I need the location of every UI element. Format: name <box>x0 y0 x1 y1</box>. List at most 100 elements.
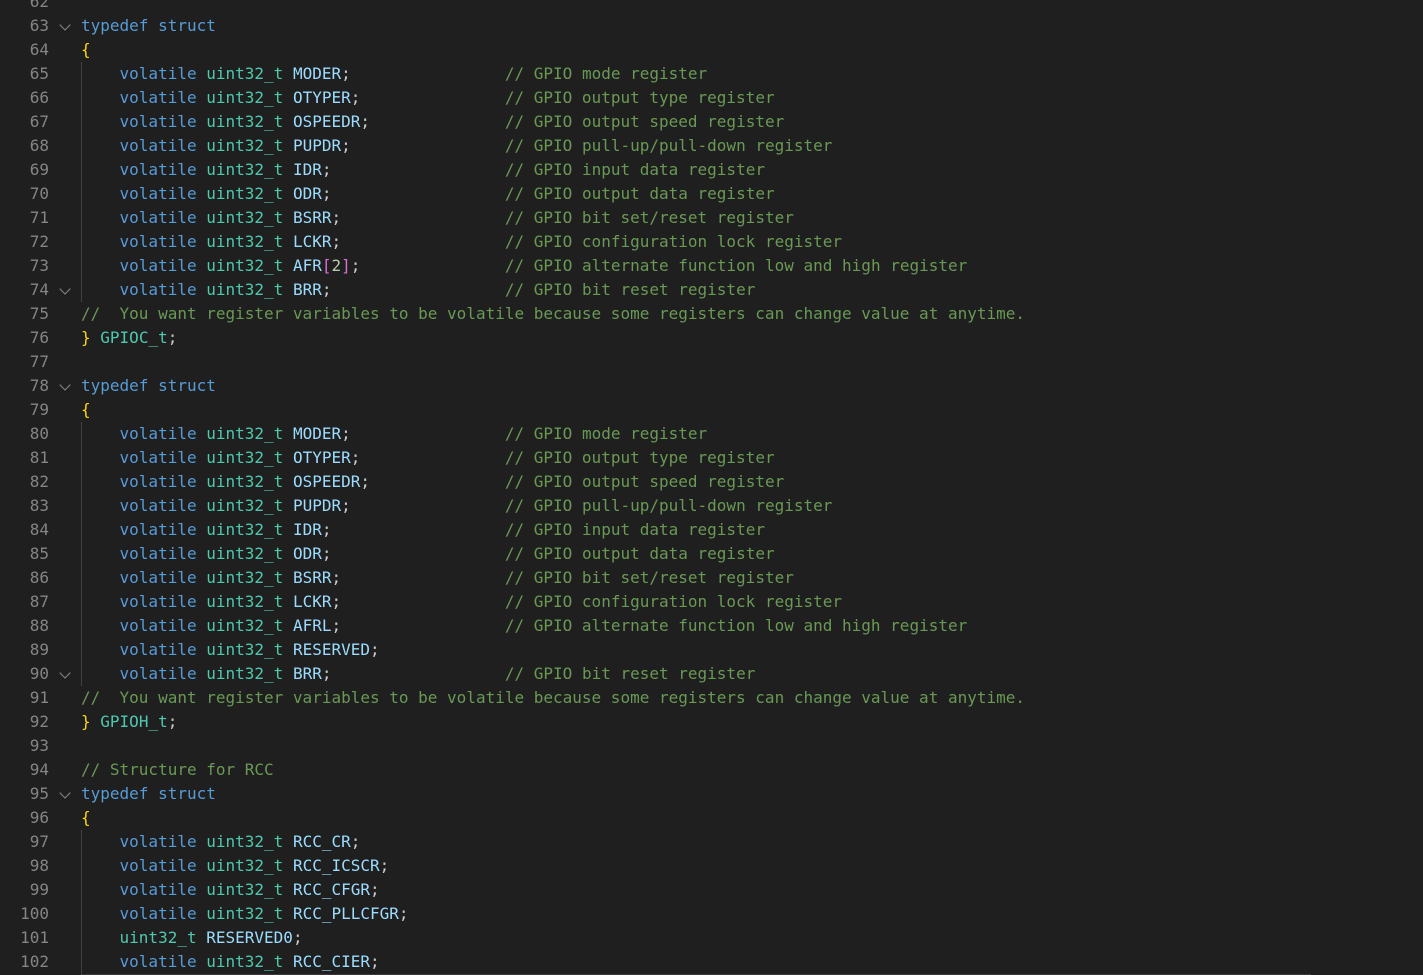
code-line[interactable]: 91 // You want register variables to be v… <box>0 686 1423 710</box>
punctuation-token: ; <box>321 280 505 299</box>
code-line[interactable]: 71 volatile uint32_t BSRR; // GPIO bit s… <box>0 206 1423 230</box>
code-line[interactable]: 79 { <box>0 398 1423 422</box>
code-line[interactable]: 88 volatile uint32_t AFRL; // GPIO alter… <box>0 614 1423 638</box>
code-line[interactable]: 63 typedef struct <box>0 14 1423 38</box>
code-line[interactable]: 87 volatile uint32_t LCKR; // GPIO confi… <box>0 590 1423 614</box>
fold-chevron-icon[interactable] <box>59 379 71 391</box>
code-line[interactable]: 90 volatile uint32_t BRR; // GPIO bit re… <box>0 662 1423 686</box>
code-line[interactable]: 66 volatile uint32_t OTYPER; // GPIO out… <box>0 86 1423 110</box>
code-line[interactable]: 73 volatile uint32_t AFR[2]; // GPIO alt… <box>0 254 1423 278</box>
code-text: volatile uint32_t ODR; // GPIO output da… <box>81 542 775 566</box>
punctuation-token <box>283 640 293 659</box>
code-text: volatile uint32_t LCKR; // GPIO configur… <box>81 230 842 254</box>
type-token: uint32_t <box>206 208 284 227</box>
code-line[interactable]: 75 // You want register variables to be v… <box>0 302 1423 326</box>
code-line[interactable]: 65 volatile uint32_t MODER; // GPIO mode… <box>0 62 1423 86</box>
code-text: } GPIOC_t; <box>81 326 177 350</box>
line-number: 96 <box>29 808 49 827</box>
fold-chevron-icon[interactable] <box>59 283 71 295</box>
code-line[interactable]: 77 <box>0 350 1423 374</box>
fold-chevron-icon[interactable] <box>59 667 71 679</box>
code-line[interactable]: 80 volatile uint32_t MODER; // GPIO mode… <box>0 422 1423 446</box>
comment-token: // You want register variables to be vol… <box>81 688 1026 707</box>
code-line[interactable]: 100 volatile uint32_t RCC_PLLCFGR; <box>0 902 1423 926</box>
code-line[interactable]: 62 <box>0 0 1423 14</box>
punctuation-token: ; <box>321 184 505 203</box>
vertical-scrollbar[interactable] <box>1409 0 1423 975</box>
code-line[interactable]: 93 <box>0 734 1423 758</box>
keyword-token: volatile <box>119 208 197 227</box>
keyword-token: volatile <box>119 496 197 515</box>
type-token: uint32_t <box>206 664 284 683</box>
code-text: { <box>81 806 91 830</box>
keyword-token: volatile <box>119 520 197 539</box>
code-text: volatile uint32_t RCC_CIER; <box>81 950 380 974</box>
keyword-token: volatile <box>119 904 197 923</box>
code-line[interactable]: 67 volatile uint32_t OSPEEDR; // GPIO ou… <box>0 110 1423 134</box>
keyword-token: volatile <box>119 664 197 683</box>
punctuation-token <box>148 784 158 803</box>
punctuation-token: ; <box>167 712 178 731</box>
punctuation-token <box>148 16 158 35</box>
code-editor[interactable]: 62 63 typedef struct 64 {65 volatile uint32_… <box>0 0 1423 975</box>
code-line[interactable]: 86 volatile uint32_t BSRR; // GPIO bit s… <box>0 566 1423 590</box>
line-number: 90 <box>29 664 49 683</box>
code-line[interactable]: 101 uint32_t RESERVED0; <box>0 926 1423 950</box>
punctuation-token <box>197 592 207 611</box>
line-number: 63 <box>29 16 49 35</box>
code-line[interactable]: 81 volatile uint32_t OTYPER; // GPIO out… <box>0 446 1423 470</box>
code-line[interactable]: 92} GPIOH_t; <box>0 710 1423 734</box>
code-line[interactable]: 70 volatile uint32_t ODR; // GPIO output… <box>0 182 1423 206</box>
code-text: volatile uint32_t IDR; // GPIO input dat… <box>81 518 765 542</box>
punctuation-token <box>283 280 293 299</box>
code-line[interactable]: 84 volatile uint32_t IDR; // GPIO input … <box>0 518 1423 542</box>
code-line[interactable]: 85 volatile uint32_t ODR; // GPIO output… <box>0 542 1423 566</box>
code-text: volatile uint32_t OTYPER; // GPIO output… <box>81 86 775 110</box>
code-line[interactable]: 94 // Structure for RCC <box>0 758 1423 782</box>
identifier-token: BSRR <box>292 208 332 227</box>
code-line[interactable]: 76} GPIOC_t; <box>0 326 1423 350</box>
punctuation-token: ; <box>341 496 505 515</box>
punctuation-token <box>81 616 120 635</box>
punctuation-token: ; <box>321 664 505 683</box>
type-token: uint32_t <box>206 424 284 443</box>
fold-chevron-icon[interactable] <box>59 19 71 31</box>
punctuation-token <box>197 904 207 923</box>
code-line[interactable]: 99 volatile uint32_t RCC_CFGR; <box>0 878 1423 902</box>
comment-token: // GPIO bit set/reset register <box>504 208 794 227</box>
fold-chevron-icon[interactable] <box>59 787 71 799</box>
code-text: volatile uint32_t OTYPER; // GPIO output… <box>81 446 775 470</box>
punctuation-token <box>81 136 120 155</box>
code-line[interactable]: 97 volatile uint32_t RCC_CR; <box>0 830 1423 854</box>
type-token: uint32_t <box>206 448 284 467</box>
type-token: uint32_t <box>206 904 284 923</box>
code-line[interactable]: 78 typedef struct <box>0 374 1423 398</box>
code-line[interactable]: 68 volatile uint32_t PUPDR; // GPIO pull… <box>0 134 1423 158</box>
identifier-token: OTYPER <box>292 88 351 107</box>
line-number: 71 <box>29 208 49 227</box>
code-line[interactable]: 83 volatile uint32_t PUPDR; // GPIO pull… <box>0 494 1423 518</box>
code-line[interactable]: 82 volatile uint32_t OSPEEDR; // GPIO ou… <box>0 470 1423 494</box>
line-number: 80 <box>29 424 49 443</box>
code-line[interactable]: 74 volatile uint32_t BRR; // GPIO bit re… <box>0 278 1423 302</box>
code-text: typedef struct <box>81 14 216 38</box>
code-text: volatile uint32_t IDR; // GPIO input dat… <box>81 158 765 182</box>
type-token: uint32_t <box>206 832 284 851</box>
code-line[interactable]: 102 volatile uint32_t RCC_CIER; <box>0 950 1423 974</box>
code-line[interactable]: 96 { <box>0 806 1423 830</box>
type-token: uint32_t <box>206 856 284 875</box>
code-line[interactable]: 64 { <box>0 38 1423 62</box>
code-line[interactable]: 89 volatile uint32_t RESERVED; <box>0 638 1423 662</box>
punctuation-token <box>197 928 207 947</box>
punctuation-token: ; <box>379 856 390 875</box>
line-number: 102 <box>20 952 49 971</box>
code-line[interactable]: 98 volatile uint32_t RCC_ICSCR; <box>0 854 1423 878</box>
code-line[interactable]: 69 volatile uint32_t IDR; // GPIO input … <box>0 158 1423 182</box>
code-text: volatile uint32_t BRR; // GPIO bit reset… <box>81 278 756 302</box>
code-line[interactable]: 95 typedef struct <box>0 782 1423 806</box>
code-line[interactable]: 72 volatile uint32_t LCKR; // GPIO confi… <box>0 230 1423 254</box>
keyword-token: volatile <box>119 136 197 155</box>
punctuation-token <box>283 448 293 467</box>
code-text: volatile uint32_t BSRR; // GPIO bit set/… <box>81 566 794 590</box>
type-token: uint32_t <box>206 136 284 155</box>
